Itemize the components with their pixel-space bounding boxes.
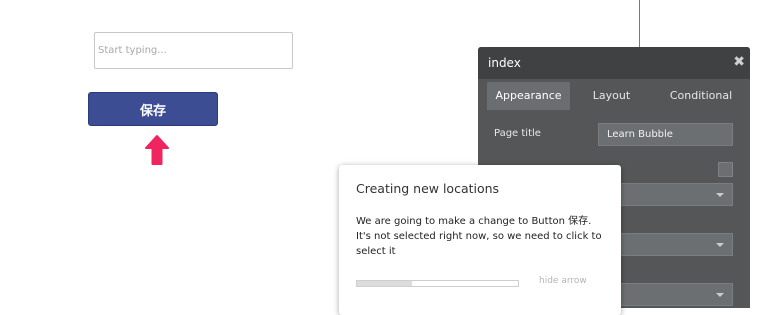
chevron-down-icon <box>716 243 724 247</box>
tutorial-title: Creating new locations <box>356 181 500 196</box>
property-editor-header[interactable]: index ✖ <box>478 47 750 79</box>
property-checkbox[interactable] <box>718 162 733 177</box>
tutorial-body: We are going to make a change to Button … <box>356 216 602 257</box>
page-title-label: Page title <box>494 128 541 139</box>
chevron-down-icon <box>716 193 724 197</box>
tutorial-progress-fill <box>357 281 412 286</box>
tab-conditional[interactable]: Conditional <box>656 82 746 110</box>
close-icon[interactable]: ✖ <box>733 54 745 70</box>
save-button[interactable]: 保存 <box>88 92 218 126</box>
page-title-field[interactable]: Learn Bubble <box>598 123 733 146</box>
up-arrow-icon <box>145 135 169 165</box>
property-editor-title: index <box>488 56 521 70</box>
tab-appearance[interactable]: Appearance <box>487 82 570 110</box>
tutorial-popup: Creating new locations We are going to m… <box>339 165 621 315</box>
chevron-down-icon <box>716 293 724 297</box>
property-editor-tabs: Appearance Layout Conditional <box>478 79 750 113</box>
tab-layout[interactable]: Layout <box>574 82 649 110</box>
hide-arrow-link[interactable]: hide arrow <box>539 276 587 286</box>
tutorial-progress-bar <box>356 280 519 287</box>
canvas-input-field[interactable] <box>94 32 293 69</box>
selection-guide-line <box>639 0 640 48</box>
